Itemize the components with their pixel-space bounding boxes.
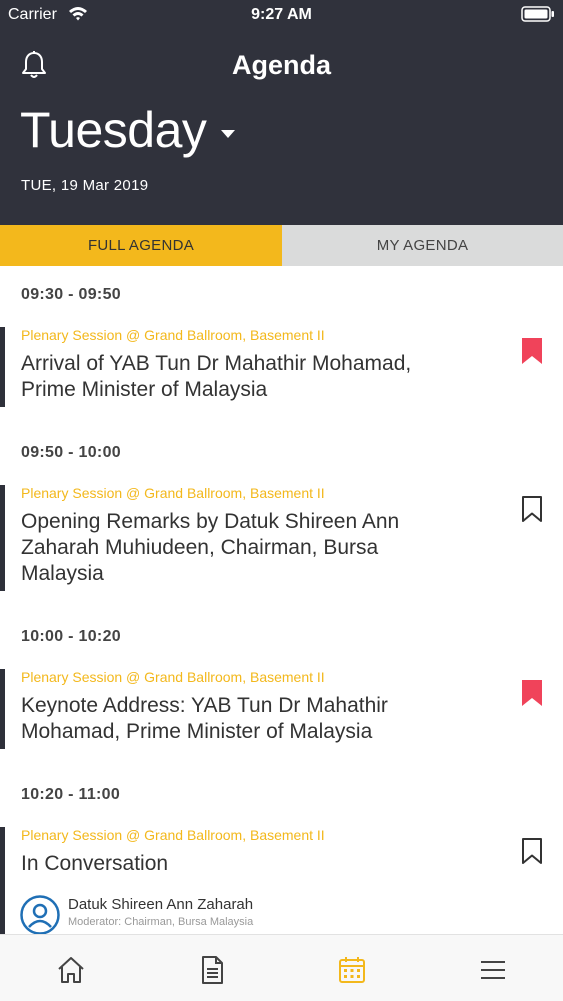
speaker[interactable]: Datuk Shireen Ann Zaharah Moderator: Cha… bbox=[20, 895, 520, 934]
bookmark-outline-icon[interactable] bbox=[520, 837, 544, 865]
session-title: Keynote Address: YAB Tun Dr Mahathir Moh… bbox=[21, 694, 388, 743]
time-slot: 10:00 - 10:20 bbox=[21, 628, 121, 645]
session-title: Arrival of YAB Tun Dr Mahathir Mohamad, … bbox=[21, 352, 412, 401]
session-item[interactable]: Plenary Session @ Grand Ballroom, Baseme… bbox=[0, 485, 563, 591]
session-marker bbox=[0, 327, 5, 407]
time-slot: 10:20 - 11:00 bbox=[21, 786, 121, 803]
header: Carrier 9:27 AM Agenda Tuesday TUE, 19 M… bbox=[0, 0, 563, 225]
day-selector[interactable]: Tuesday bbox=[20, 101, 235, 161]
session-title: Opening Remarks by Datuk Shireen Ann Zah… bbox=[21, 510, 400, 585]
menu-icon[interactable] bbox=[478, 955, 508, 985]
session-location: Plenary Session @ Grand Ballroom, Baseme… bbox=[21, 669, 325, 685]
bookmark-filled-icon[interactable] bbox=[520, 679, 544, 707]
bookmark-filled-icon[interactable] bbox=[520, 337, 544, 365]
home-icon[interactable] bbox=[56, 955, 86, 985]
session-item[interactable]: Plenary Session @ Grand Ballroom, Baseme… bbox=[0, 669, 563, 749]
battery-icon bbox=[521, 6, 554, 22]
time-slot: 09:30 - 09:50 bbox=[21, 286, 121, 303]
page-title: Agenda bbox=[231, 50, 331, 80]
session-item[interactable]: Plenary Session @ Grand Ballroom, Baseme… bbox=[0, 827, 563, 934]
session-marker bbox=[0, 485, 5, 591]
time-slot: 09:50 - 10:00 bbox=[21, 444, 121, 461]
document-icon[interactable] bbox=[197, 955, 227, 985]
tab-my-agenda[interactable]: MY AGENDA bbox=[282, 225, 563, 266]
bookmark-outline-icon[interactable] bbox=[520, 495, 544, 523]
session-location: Plenary Session @ Grand Ballroom, Baseme… bbox=[21, 827, 325, 843]
chevron-down-icon bbox=[221, 130, 235, 138]
session-marker bbox=[0, 827, 5, 934]
date-label: TUE, 19 Mar 2019 bbox=[21, 177, 149, 194]
agenda-tabs: FULL AGENDA MY AGENDA bbox=[0, 225, 563, 266]
tab-full-agenda[interactable]: FULL AGENDA bbox=[0, 225, 282, 266]
calendar-icon[interactable] bbox=[337, 955, 367, 985]
session-location: Plenary Session @ Grand Ballroom, Baseme… bbox=[21, 485, 325, 501]
status-bar: Carrier 9:27 AM bbox=[0, 0, 563, 30]
session-title: In Conversation bbox=[21, 852, 169, 875]
session-item[interactable]: Plenary Session @ Grand Ballroom, Baseme… bbox=[0, 327, 563, 407]
agenda-list[interactable]: 09:30 - 09:50 Plenary Session @ Grand Ba… bbox=[0, 266, 563, 934]
session-location: Plenary Session @ Grand Ballroom, Baseme… bbox=[21, 327, 325, 343]
session-marker bbox=[0, 669, 5, 749]
day-label: Tuesday bbox=[20, 102, 207, 158]
speaker-name: Datuk Shireen Ann Zaharah bbox=[68, 896, 254, 913]
bottom-tab-bar bbox=[0, 934, 563, 1001]
speaker-role: Moderator: Chairman, Bursa Malaysia bbox=[68, 916, 254, 928]
avatar-icon bbox=[20, 895, 60, 934]
clock: 9:27 AM bbox=[251, 6, 312, 23]
